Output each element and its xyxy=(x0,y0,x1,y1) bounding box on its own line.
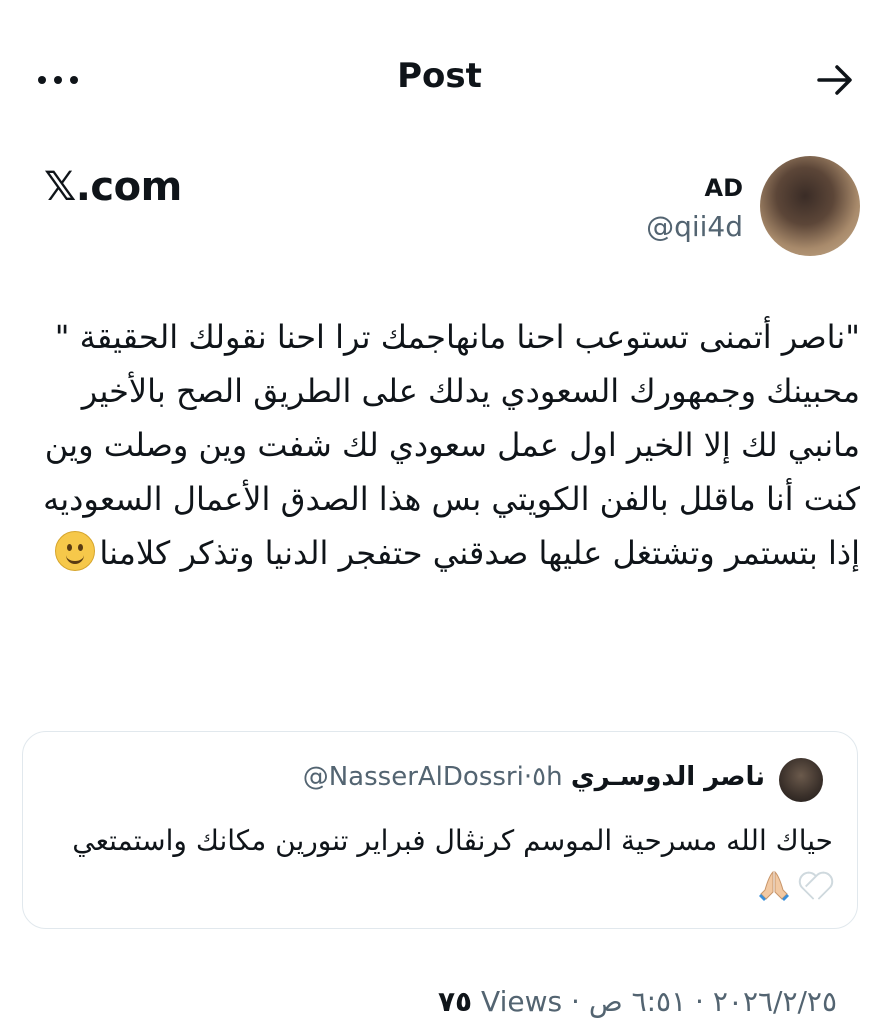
tweet-text: "ناصر أتمنى تستوعب احنا مانهاجمك ترا احن… xyxy=(43,318,860,572)
views-label: Views xyxy=(481,985,563,1018)
quoted-tweet-card[interactable]: ناصر الدوسـري @NasserAlDossri·٥h حياك ال… xyxy=(22,731,858,929)
views-count[interactable]: ٧٥ xyxy=(438,985,472,1018)
quoted-author-handle[interactable]: @NasserAlDossri xyxy=(303,762,524,792)
author-handle[interactable]: @qii4d xyxy=(646,210,743,243)
white-heart-icon xyxy=(799,872,829,900)
quoted-author-meta: @NasserAlDossri·٥h xyxy=(303,762,563,792)
folded-hands-icon xyxy=(759,870,789,901)
quoted-author-name[interactable]: ناصر الدوسـري xyxy=(571,762,765,792)
footer-separator: · xyxy=(695,985,704,1018)
arrow-right-icon[interactable] xyxy=(813,58,857,102)
quoted-tweet-body: حياك الله مسرحية الموسم كرنڤال فبراير تن… xyxy=(53,818,833,910)
quoted-tweet-time[interactable]: ٥h xyxy=(532,762,562,792)
x-brand-logo: 𝕏.com xyxy=(44,164,182,210)
author-display-name[interactable]: AD xyxy=(705,174,744,202)
author-avatar[interactable] xyxy=(760,156,860,256)
quoted-author-avatar[interactable] xyxy=(779,758,823,802)
quoted-tweet-text: حياك الله مسرحية الموسم كرنڤال فبراير تن… xyxy=(72,824,833,857)
top-bar: Post xyxy=(0,0,879,150)
tweet-meta-footer: ٢٠٢٦/٢/٢٥ · ٦:٥١ ص · Views ٧٥ xyxy=(438,985,837,1018)
page-title: Post xyxy=(397,56,482,96)
footer-separator-2: · xyxy=(571,985,580,1018)
quoted-tweet-header: ناصر الدوسـري @NasserAlDossri·٥h xyxy=(303,762,765,792)
tweet-time: ٦:٥١ ص xyxy=(588,985,687,1018)
tweet-date: ٢٠٢٦/٢/٢٥ xyxy=(712,985,837,1018)
tweet-body: "ناصر أتمنى تستوعب احنا مانهاجمك ترا احن… xyxy=(30,310,860,580)
meta-separator: · xyxy=(523,762,533,792)
smiling-face-icon xyxy=(55,531,96,571)
